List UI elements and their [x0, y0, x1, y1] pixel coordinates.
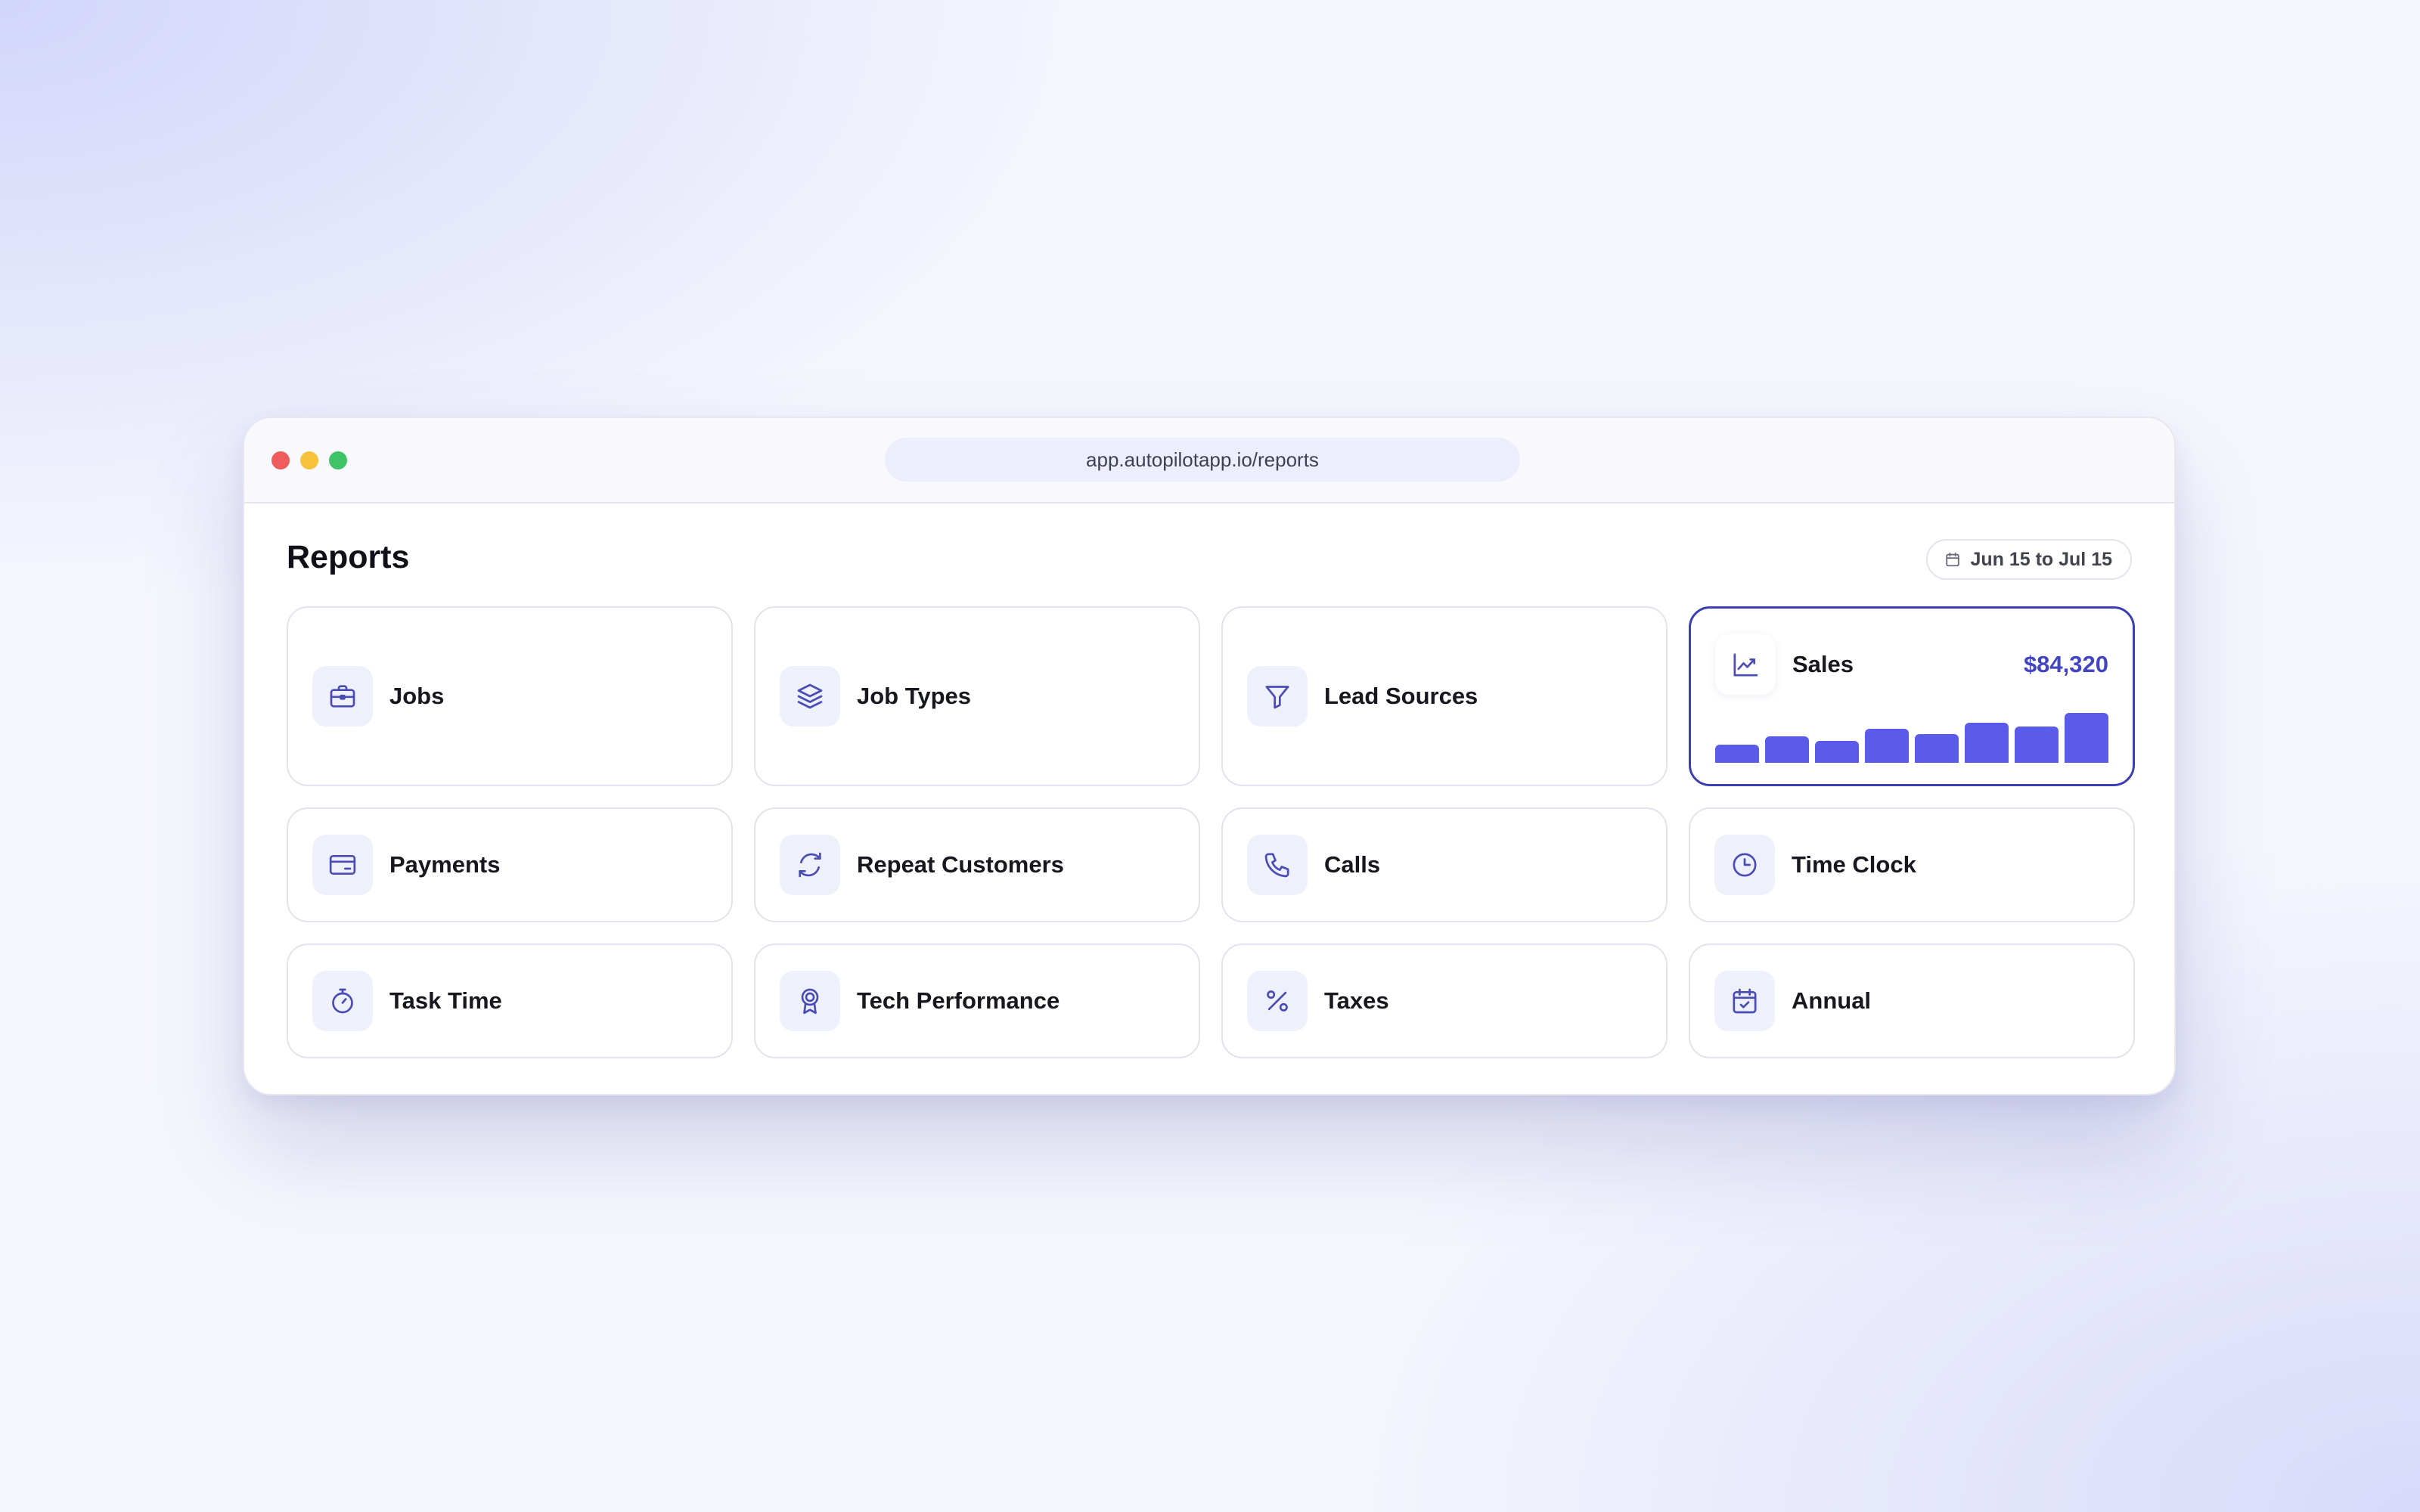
- report-card-label: Jobs: [389, 683, 445, 709]
- date-range-label: Jun 15 to Jul 15: [1970, 548, 2112, 570]
- sales-bar: [1815, 741, 1859, 763]
- sales-bar: [2015, 727, 2059, 763]
- maximize-window-button[interactable]: [329, 451, 347, 469]
- briefcase-icon: [312, 666, 373, 727]
- sales-bar-chart: [1715, 713, 2108, 763]
- report-card-calls[interactable]: Calls: [1221, 807, 1668, 922]
- phone-icon: [1247, 835, 1308, 895]
- trending-chart-icon: [1715, 634, 1776, 695]
- report-card-task-time[interactable]: Task Time: [287, 943, 733, 1058]
- report-card-job-types[interactable]: Job Types: [754, 606, 1200, 786]
- award-icon: [780, 971, 840, 1031]
- filter-icon: [1247, 666, 1308, 727]
- report-card-label: Lead Sources: [1324, 683, 1478, 709]
- report-card-label: Annual: [1792, 987, 1872, 1014]
- browser-window: app.autopilotapp.io/reports Reports Jun …: [243, 417, 2176, 1095]
- report-card-annual[interactable]: Annual: [1689, 943, 2135, 1058]
- close-window-button[interactable]: [271, 451, 290, 469]
- sales-card-header: Sales $84,320: [1715, 634, 2108, 695]
- report-card-label: Taxes: [1324, 987, 1389, 1014]
- report-card-sales[interactable]: Sales $84,320: [1689, 606, 2135, 786]
- report-card-repeat-customers[interactable]: Repeat Customers: [754, 807, 1200, 922]
- date-range-picker[interactable]: Jun 15 to Jul 15: [1926, 539, 2132, 580]
- sales-bar: [1865, 729, 1909, 763]
- report-card-label: Payments: [389, 851, 501, 878]
- sales-bar: [1765, 736, 1809, 763]
- page-title: Reports: [287, 539, 410, 575]
- stopwatch-icon: [312, 971, 373, 1031]
- report-card-taxes[interactable]: Taxes: [1221, 943, 1668, 1058]
- calendar-icon: [1946, 552, 1960, 567]
- sales-bar: [1965, 723, 2009, 763]
- minimize-window-button[interactable]: [300, 451, 318, 469]
- calendar-check-icon: [1714, 971, 1775, 1031]
- report-card-lead-sources[interactable]: Lead Sources: [1221, 606, 1668, 786]
- browser-titlebar: app.autopilotapp.io/reports: [244, 418, 2174, 503]
- refresh-icon: [780, 835, 840, 895]
- report-card-label: Tech Performance: [857, 987, 1060, 1014]
- report-card-label: Time Clock: [1792, 851, 1916, 878]
- report-card-time-clock[interactable]: Time Clock: [1689, 807, 2135, 922]
- clock-icon: [1714, 835, 1775, 895]
- report-grid: Jobs Job Types Lead Sources Sales $84,32…: [287, 606, 2135, 1058]
- url-bar[interactable]: app.autopilotapp.io/reports: [885, 438, 1520, 482]
- report-card-label: Job Types: [857, 683, 972, 709]
- report-card-label: Repeat Customers: [857, 851, 1064, 878]
- report-card-label: Sales: [1792, 651, 1854, 677]
- report-card-tech-performance[interactable]: Tech Performance: [754, 943, 1200, 1058]
- report-card-jobs[interactable]: Jobs: [287, 606, 733, 786]
- report-card-label: Task Time: [389, 987, 502, 1014]
- sales-bar: [1915, 734, 1959, 763]
- report-card-payments[interactable]: Payments: [287, 807, 733, 922]
- percent-icon: [1247, 971, 1308, 1031]
- sales-bar: [1715, 745, 1759, 763]
- credit-card-icon: [312, 835, 373, 895]
- report-card-label: Calls: [1324, 851, 1381, 878]
- sales-bar: [2065, 713, 2108, 763]
- layers-icon: [780, 666, 840, 727]
- sales-total-value: $84,320: [2023, 651, 2108, 677]
